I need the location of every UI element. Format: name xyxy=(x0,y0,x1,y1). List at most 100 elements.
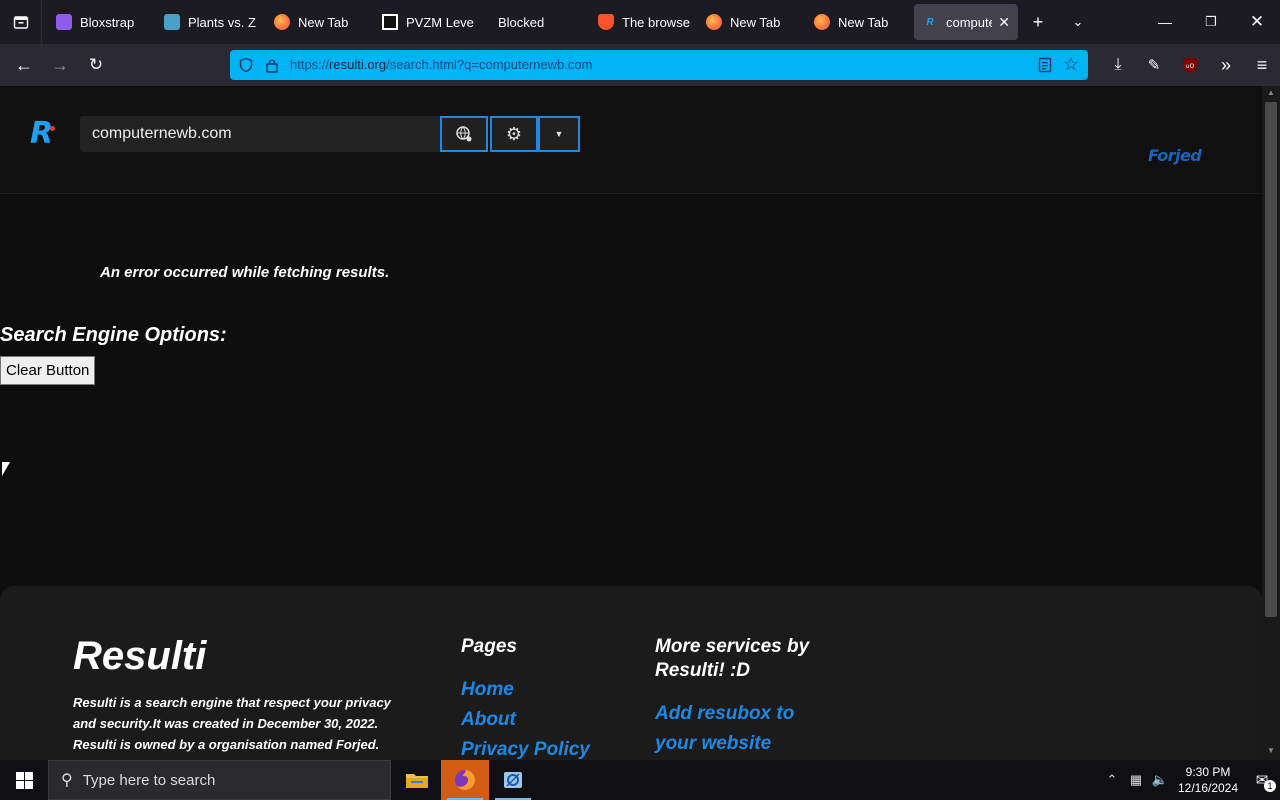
resulti-logo[interactable]: R xyxy=(30,116,55,151)
downloads-button[interactable]: ⤓ xyxy=(1100,49,1136,81)
tab-bar: Bloxstrap Plants vs. Z New Tab PVZM Level Bl… xyxy=(0,0,1280,44)
minimize-button[interactable]: — xyxy=(1142,0,1188,44)
firefox-icon xyxy=(455,770,475,790)
web-page: R ⚙ ▼ Forjed An error occurred while fet… xyxy=(0,86,1262,760)
toolbar-right: ⤓ ✎ uO » ≡ xyxy=(1100,49,1280,81)
scroll-up-icon[interactable]: ▲ xyxy=(1266,88,1276,97)
reload-icon: ↻ xyxy=(88,55,104,74)
site-footer: Resulti Resulti is a search engine that … xyxy=(0,586,1262,760)
plus-icon: + xyxy=(1032,11,1044,32)
firefox-taskbar-button[interactable] xyxy=(441,760,489,800)
scroll-down-icon[interactable]: ▼ xyxy=(1266,746,1276,755)
tab-title: New Tab xyxy=(838,14,889,30)
reader-view-icon[interactable] xyxy=(1038,57,1052,73)
logo-dot xyxy=(50,126,55,131)
windows-logo-icon xyxy=(15,771,33,789)
footer-services-title: More services by Resulti! :D xyxy=(655,636,810,681)
close-icon: ✕ xyxy=(1249,12,1265,31)
bookmark-star-icon[interactable]: ☆ xyxy=(1063,54,1079,75)
chevron-up-icon[interactable]: ⌃ xyxy=(1100,772,1124,788)
footer-link-resubox[interactable]: Add resubox to your website xyxy=(655,699,815,759)
tab-6[interactable]: The browse xyxy=(590,4,698,40)
footer-link-privacy[interactable]: Privacy Policy xyxy=(461,735,590,760)
url-text[interactable]: https://resulti.org/search.html?q=comput… xyxy=(290,57,592,72)
clock-time: 9:30 PM xyxy=(1185,765,1231,779)
pvz-icon xyxy=(164,14,180,30)
page-scrollbar[interactable]: ▲ ▼ xyxy=(1262,86,1280,760)
firefox-icon xyxy=(274,14,290,30)
navigation-toolbar: ← → ↻ https://resulti.org/search.html?q=… xyxy=(0,44,1280,86)
search-button[interactable] xyxy=(440,116,488,152)
tab-title: Plants vs. Z xyxy=(188,14,256,30)
tab-title: Blocked xyxy=(498,14,545,30)
dropdown-button[interactable]: ▼ xyxy=(538,116,580,152)
restore-icon: ❐ xyxy=(1205,14,1217,29)
ublock-origin-icon: uO xyxy=(1183,57,1197,73)
tab-title: The browse xyxy=(622,14,690,30)
scrollbar-thumb[interactable] xyxy=(1265,102,1277,617)
forward-button[interactable]: → xyxy=(42,49,78,81)
notification-count: 1 xyxy=(1264,780,1276,792)
tab-3[interactable]: New Tab xyxy=(266,4,374,40)
extensions-button[interactable]: ✎ xyxy=(1136,49,1172,81)
arrow-left-icon: ← xyxy=(15,54,33,75)
notifications-button[interactable]: ✉ 1 xyxy=(1244,760,1280,800)
tab-title: New Tab xyxy=(298,14,349,30)
new-tab-button[interactable]: + xyxy=(1018,0,1058,44)
firefox-icon xyxy=(706,14,722,30)
clock-date: 12/16/2024 xyxy=(1177,781,1239,795)
tab-2[interactable]: Plants vs. Z xyxy=(156,4,266,40)
start-button[interactable] xyxy=(0,760,48,800)
error-message: An error occurred while fetching results… xyxy=(100,264,390,281)
chevron-down-icon: ⌄ xyxy=(1072,14,1084,29)
brave-icon xyxy=(598,14,614,30)
volume-muted-icon[interactable]: 🔈 xyxy=(1148,772,1172,788)
forjed-logo[interactable]: Forjed xyxy=(1148,146,1202,165)
snipping-tool-icon xyxy=(504,772,522,788)
clear-button[interactable]: Clear Button xyxy=(0,356,96,385)
footer-link-about[interactable]: About xyxy=(461,705,516,735)
taskbar-search[interactable]: ⚲ Type here to search xyxy=(48,760,391,800)
bloxstrap-icon xyxy=(56,14,72,30)
network-icon[interactable]: ▦ xyxy=(1124,772,1148,788)
minimize-icon: — xyxy=(1158,14,1172,30)
arrow-right-icon: → xyxy=(51,54,69,75)
url-bar[interactable]: https://resulti.org/search.html?q=comput… xyxy=(230,50,1088,80)
tab-9[interactable]: Rcompute ✕ xyxy=(914,4,1018,40)
lock-icon xyxy=(266,59,278,73)
windows-taskbar: ⚲ Type here to search ⌃ ▦ 🔈 9:30 PM 12/1… xyxy=(0,760,1280,800)
firefox-view-button[interactable] xyxy=(0,0,42,44)
close-window-button[interactable]: ✕ xyxy=(1234,0,1280,44)
mouse-cursor-icon xyxy=(2,462,10,476)
resulti-icon: R xyxy=(926,16,934,28)
search-input[interactable] xyxy=(80,116,440,152)
file-explorer-button[interactable] xyxy=(393,760,441,800)
search-options-title: Search Engine Options: xyxy=(0,324,227,346)
footer-pages-title: Pages xyxy=(461,636,517,657)
ublock-button[interactable]: uO xyxy=(1172,49,1208,81)
tab-4[interactable]: PVZM Level xyxy=(374,4,482,40)
tab-8[interactable]: New Tab xyxy=(806,4,914,40)
more-tools-button[interactable]: » xyxy=(1208,49,1244,81)
shield-icon xyxy=(239,57,253,73)
tab-title: Bloxstrap xyxy=(80,14,135,30)
tab-5[interactable]: Blocked xyxy=(482,4,590,40)
pvzm-icon xyxy=(382,14,398,30)
globe-search-icon xyxy=(456,126,472,142)
reload-button[interactable]: ↻ xyxy=(78,49,114,81)
footer-link-home[interactable]: Home xyxy=(461,675,514,705)
settings-button[interactable]: ⚙ xyxy=(490,116,538,152)
list-all-tabs-button[interactable]: ⌄ xyxy=(1058,0,1098,44)
snipping-tool-button[interactable] xyxy=(489,760,537,800)
folder-icon xyxy=(406,774,428,788)
app-menu-button[interactable]: ≡ xyxy=(1244,49,1280,81)
taskbar-clock[interactable]: 9:30 PM 12/16/2024 xyxy=(1172,764,1244,796)
url-path: /search.html?q=computernewb.com xyxy=(386,57,593,72)
system-tray: ⌃ ▦ 🔈 9:30 PM 12/16/2024 ✉ 1 xyxy=(1100,760,1280,800)
restore-button[interactable]: ❐ xyxy=(1188,0,1234,44)
tab-1[interactable]: Bloxstrap xyxy=(48,4,156,40)
tab-title: New Tab xyxy=(730,14,781,30)
back-button[interactable]: ← xyxy=(6,49,42,81)
tab-7[interactable]: New Tab xyxy=(698,4,806,40)
close-tab-icon[interactable]: ✕ xyxy=(998,14,1010,31)
